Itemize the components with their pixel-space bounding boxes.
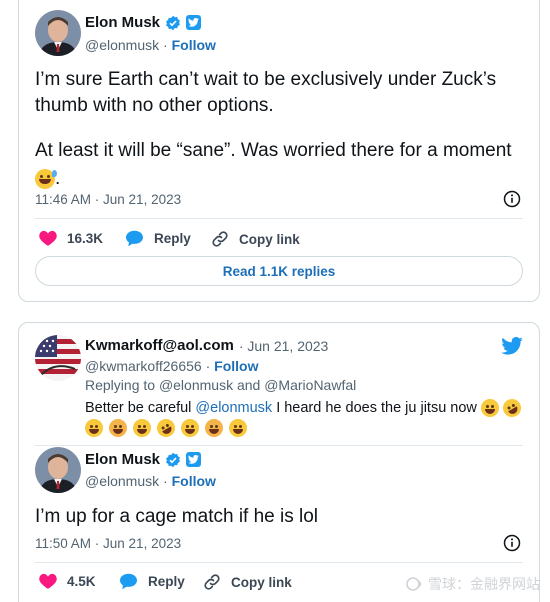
info-icon[interactable] — [503, 190, 521, 208]
info-icon[interactable] — [503, 534, 521, 552]
watermark-text: 雪球：金融界网站 — [428, 576, 540, 592]
copy-link-button[interactable]: Copy link — [203, 573, 292, 591]
author-handle[interactable]: @kwmarkoff26656 — [85, 358, 202, 374]
link-icon — [212, 231, 228, 247]
separator-dot: · — [163, 473, 168, 489]
reply-label: Reply — [148, 574, 185, 589]
separator-dot: · — [205, 358, 211, 374]
watermark: 雪球：金融界网站 — [406, 574, 540, 594]
like-button[interactable]: 4.5K — [39, 573, 96, 589]
author-name[interactable]: Elon Musk — [85, 451, 160, 468]
copy-link-button[interactable]: Copy link — [211, 230, 300, 248]
replying-to-user[interactable]: @MarioNawfal — [264, 377, 356, 393]
read-replies-button[interactable]: Read 1.1K replies — [35, 256, 523, 286]
rofl-emoji-icon — [499, 395, 525, 421]
avatar-elon-image — [35, 10, 81, 56]
replying-to-and: and — [236, 377, 261, 393]
reply-text-part: Better be careful — [85, 400, 192, 416]
grinning-squint-emoji-icon — [133, 419, 151, 437]
follow-link[interactable]: Follow — [214, 358, 258, 374]
tweet-text-line: I’m sure Earth can’t wait to be exclusiv… — [35, 69, 497, 90]
grinning-sweat-emoji-icon — [35, 169, 57, 189]
twitter-logo-icon[interactable] — [501, 337, 523, 355]
avatar[interactable] — [35, 335, 81, 381]
grinning-squint-emoji-icon — [480, 399, 499, 417]
avatar[interactable] — [35, 10, 81, 56]
tweet-timestamp[interactable]: 11:50 AM · Jun 21, 2023 — [35, 536, 181, 551]
avatar-flag-image — [35, 335, 81, 381]
verified-badge-icon — [166, 452, 180, 467]
divider — [35, 562, 523, 563]
link-icon — [204, 574, 220, 590]
speech-bubble-icon — [126, 230, 143, 247]
replying-to: Replying to @elonmusk and @MarioNawfal — [85, 377, 356, 393]
tweet-text-line: At least it will be “sane”. Was worried … — [35, 140, 512, 161]
author-name[interactable]: Kwmarkoff@aol.com — [85, 337, 234, 354]
snowball-logo-icon — [406, 577, 422, 591]
tweet-card-thread: Kwmarkoff@aol.com · Jun 21, 2023 @kwmark… — [18, 322, 540, 602]
tweet-text-line: thumb with no other options. — [35, 95, 274, 116]
author-handle[interactable]: @elonmusk — [85, 37, 159, 53]
tweet-date[interactable]: · Jun 21, 2023 — [239, 338, 329, 354]
tweet-text: I’m up for a cage match if he is lol — [35, 506, 319, 527]
cat-laughing-emoji-icon — [109, 419, 127, 437]
rofl-emoji-icon — [153, 415, 179, 441]
copy-link-label: Copy link — [239, 231, 300, 247]
author-name[interactable]: Elon Musk — [85, 14, 160, 31]
heart-icon — [39, 573, 57, 589]
reply-button[interactable]: Reply — [125, 230, 191, 247]
grinning-squint-emoji-icon — [181, 419, 199, 437]
speech-bubble-icon — [120, 573, 137, 590]
separator-dot: · — [163, 37, 168, 53]
replying-to-prefix: Replying to — [85, 377, 156, 393]
tweet-timestamp[interactable]: 11:46 AM · Jun 21, 2023 — [35, 192, 181, 207]
avatar-elon-image — [35, 447, 81, 493]
grinning-squint-emoji-icon — [229, 419, 247, 437]
like-count: 16.3K — [67, 230, 104, 246]
follow-link[interactable]: Follow — [172, 37, 216, 53]
emoji-row — [85, 415, 247, 441]
copy-link-label: Copy link — [231, 574, 292, 590]
verified-badge-icon — [166, 15, 180, 30]
replying-to-user[interactable]: @elonmusk — [159, 377, 233, 393]
reply-label: Reply — [154, 231, 191, 246]
divider — [35, 445, 523, 446]
like-button[interactable]: 16.3K — [39, 230, 103, 246]
cat-laughing-emoji-icon — [205, 419, 223, 437]
reply-button[interactable]: Reply — [119, 573, 185, 590]
grinning-squint-emoji-icon — [85, 419, 103, 437]
reply-text-part: I heard he does the ju jitsu now — [276, 400, 477, 416]
divider — [35, 218, 523, 219]
mention-link[interactable]: @elonmusk — [195, 400, 272, 416]
twitter-bird-icon — [186, 15, 202, 30]
follow-link[interactable]: Follow — [172, 473, 216, 489]
twitter-bird-icon — [186, 452, 202, 467]
tweet-card-elon-1: Elon Musk @elonmusk · Follow I’m sure Ea… — [18, 0, 540, 302]
reply-tweet-text: Better be careful @elonmusk I heard he d… — [85, 395, 525, 421]
heart-icon — [39, 230, 57, 246]
tweet-text: I’m sure Earth can’t wait to be exclusiv… — [35, 67, 535, 192]
avatar[interactable] — [35, 447, 81, 493]
like-count: 4.5K — [67, 573, 96, 589]
author-handle[interactable]: @elonmusk — [85, 473, 159, 489]
